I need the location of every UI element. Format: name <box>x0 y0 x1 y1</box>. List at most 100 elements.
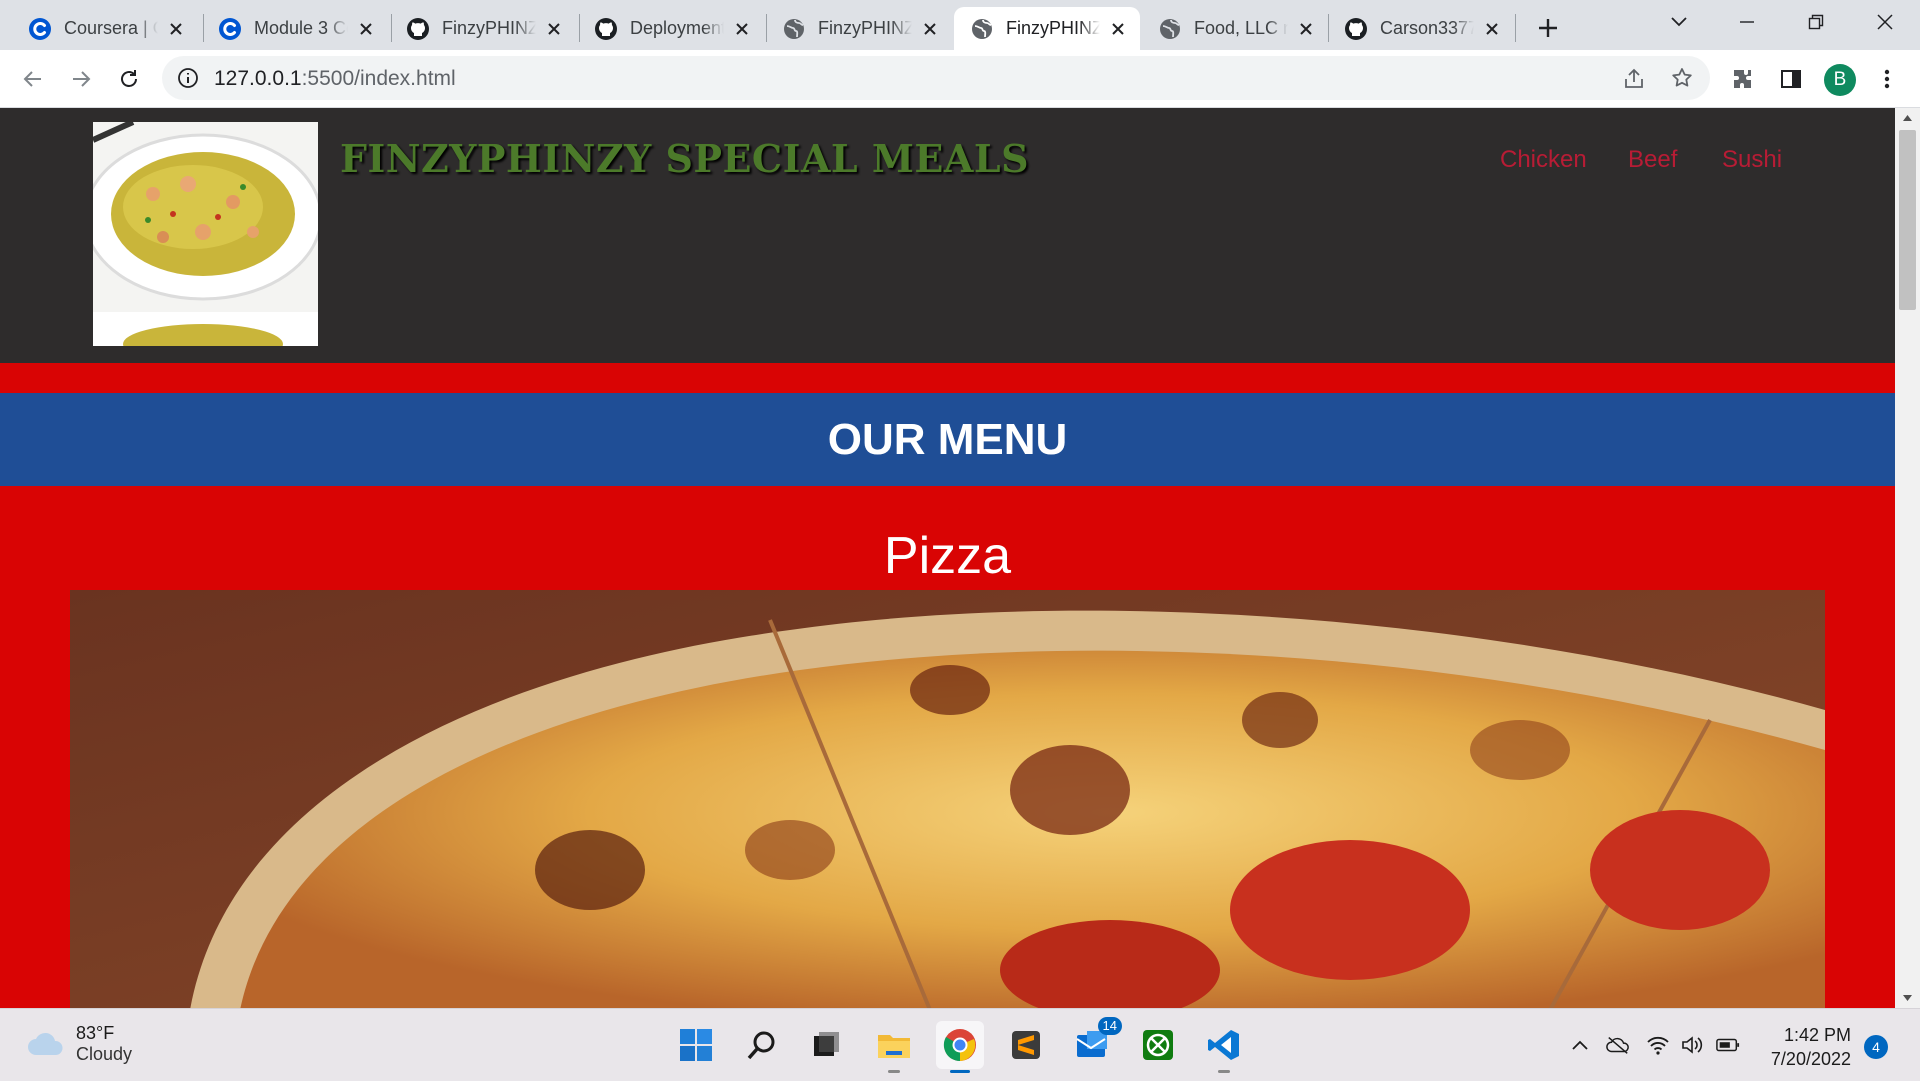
page-viewport: FINZYPHINZY SPECIAL MEALS Chicken Beef S… <box>0 108 1895 1008</box>
globe-icon <box>784 18 804 39</box>
speaker-icon <box>1682 1036 1703 1054</box>
tab-search-button[interactable] <box>1644 0 1714 44</box>
restore-button[interactable] <box>1781 0 1851 44</box>
weather-widget[interactable]: 83°F Cloudy <box>26 1023 132 1065</box>
windows-taskbar: 83°F Cloudy 14 1:42 PM 7/20/2022 4 <box>0 1008 1920 1081</box>
start-button[interactable] <box>672 1021 720 1069</box>
tray-overflow[interactable] <box>1568 1033 1592 1057</box>
menu-heading: OUR MENU <box>827 414 1068 464</box>
taskbar-xbox[interactable] <box>1134 1021 1182 1069</box>
tab-food-llc[interactable]: Food, LLC restaurant <box>1142 7 1328 50</box>
close-icon[interactable] <box>1104 15 1132 43</box>
running-indicator <box>1218 1070 1230 1073</box>
side-panel-button[interactable] <box>1772 60 1810 98</box>
chevron-up-icon <box>1572 1040 1588 1050</box>
plus-icon <box>1539 19 1557 37</box>
info-icon[interactable] <box>176 66 200 90</box>
globe-icon <box>1160 18 1180 39</box>
scroll-down-icon[interactable] <box>1902 994 1913 1002</box>
search-button[interactable] <box>738 1021 786 1069</box>
tab-carson3377[interactable]: Carson3377 <box>1328 7 1514 50</box>
reload-icon <box>121 70 137 87</box>
chrome-icon <box>943 1029 976 1062</box>
tab-module-3[interactable]: Module 3 Coding Assignment <box>202 7 388 50</box>
close-window-button[interactable] <box>1850 0 1920 44</box>
url-text[interactable]: 127.0.0.1:5500/index.html <box>214 67 456 91</box>
globe-icon <box>972 18 992 39</box>
wifi-status[interactable] <box>1646 1033 1670 1057</box>
taskbar-sublime[interactable] <box>1002 1021 1050 1069</box>
extensions-button[interactable] <box>1724 60 1762 98</box>
tab-title: Food, LLC restaurant <box>1194 18 1288 38</box>
close-icon[interactable] <box>540 15 568 43</box>
cloud-icon <box>28 1032 63 1055</box>
close-icon[interactable] <box>728 15 756 43</box>
close-icon[interactable] <box>916 15 944 43</box>
menu-button[interactable] <box>1868 60 1906 98</box>
reload-button[interactable] <box>110 60 148 98</box>
taskbar-file-explorer[interactable] <box>870 1021 918 1073</box>
volume-status[interactable] <box>1680 1033 1704 1057</box>
tab-finzyphinzy-active[interactable]: FinzyPHINZY <box>954 7 1140 50</box>
share-icon[interactable] <box>1622 67 1646 91</box>
clock-time: 1:42 PM <box>1783 1025 1851 1045</box>
github-icon <box>1345 17 1367 40</box>
more-vert-icon <box>1884 69 1890 89</box>
url-host: 127.0.0.1 <box>214 67 302 90</box>
windows-icon <box>680 1029 712 1061</box>
browser-toolbar: 127.0.0.1:5500/index.html B <box>0 50 1920 108</box>
nav-chicken[interactable]: Chicken <box>1500 146 1587 174</box>
tab-title: FinzyPHINZY <box>818 18 912 38</box>
chevron-down-icon <box>1671 17 1687 27</box>
minimize-icon <box>1740 21 1754 23</box>
scroll-up-icon[interactable] <box>1902 114 1913 122</box>
coursera-icon <box>29 17 51 40</box>
restore-icon <box>1808 14 1824 30</box>
tab-title: Carson3377 <box>1380 18 1474 38</box>
onedrive-status[interactable] <box>1606 1033 1630 1057</box>
arrow-left-icon <box>23 71 41 87</box>
forward-button[interactable] <box>62 60 100 98</box>
address-bar[interactable]: 127.0.0.1:5500/index.html <box>162 56 1710 100</box>
minimize-button[interactable] <box>1712 0 1782 44</box>
new-tab-button[interactable] <box>1530 10 1566 46</box>
close-icon[interactable] <box>1292 15 1320 43</box>
taskbar-vscode[interactable] <box>1200 1021 1248 1073</box>
battery-status[interactable] <box>1716 1033 1740 1057</box>
profile-avatar[interactable]: B <box>1824 64 1856 96</box>
nav-beef[interactable]: Beef <box>1628 146 1677 174</box>
system-clock[interactable]: 1:42 PM 7/20/2022 <box>1755 1023 1851 1071</box>
tab-title: FinzyPHINZY <box>442 18 536 38</box>
logo-image <box>93 122 318 346</box>
search-icon <box>747 1031 775 1060</box>
close-icon[interactable] <box>352 15 380 43</box>
close-icon[interactable] <box>1478 15 1506 43</box>
back-button[interactable] <box>14 60 52 98</box>
red-band <box>0 363 1895 393</box>
wifi-icon <box>1647 1036 1669 1055</box>
page-scrollbar[interactable] <box>1895 108 1920 1008</box>
weather-temp: 83°F <box>76 1023 115 1043</box>
tab-github-finzyphinzy[interactable]: FinzyPHINZY <box>390 7 576 50</box>
nav-sushi[interactable]: Sushi <box>1722 146 1782 174</box>
star-icon[interactable] <box>1670 66 1694 90</box>
tab-finzyphinzy-site[interactable]: FinzyPHINZY <box>766 7 952 50</box>
scrollbar-thumb[interactable] <box>1899 130 1916 310</box>
tab-title: FinzyPHINZY <box>1006 18 1100 38</box>
notification-badge[interactable]: 4 <box>1864 1035 1888 1059</box>
pizza-image <box>70 590 1825 1008</box>
coursera-icon <box>219 17 241 40</box>
task-view-icon <box>814 1032 839 1056</box>
folder-icon <box>878 1035 910 1058</box>
clock-date: 7/20/2022 <box>1770 1049 1851 1069</box>
taskbar-chrome[interactable] <box>936 1021 984 1073</box>
taskbar-mail[interactable]: 14 <box>1068 1017 1122 1069</box>
task-view-button[interactable] <box>802 1021 850 1069</box>
cloud-offline-icon <box>1606 1037 1629 1054</box>
tab-deployments[interactable]: Deployments <box>578 7 764 50</box>
close-icon[interactable] <box>162 15 190 43</box>
url-path: :5500/index.html <box>301 67 456 90</box>
site-title: FINZYPHINZY SPECIAL MEALS <box>340 136 1030 181</box>
tab-coursera[interactable]: Coursera | Online Courses <box>12 7 198 50</box>
xbox-icon <box>1143 1030 1173 1060</box>
